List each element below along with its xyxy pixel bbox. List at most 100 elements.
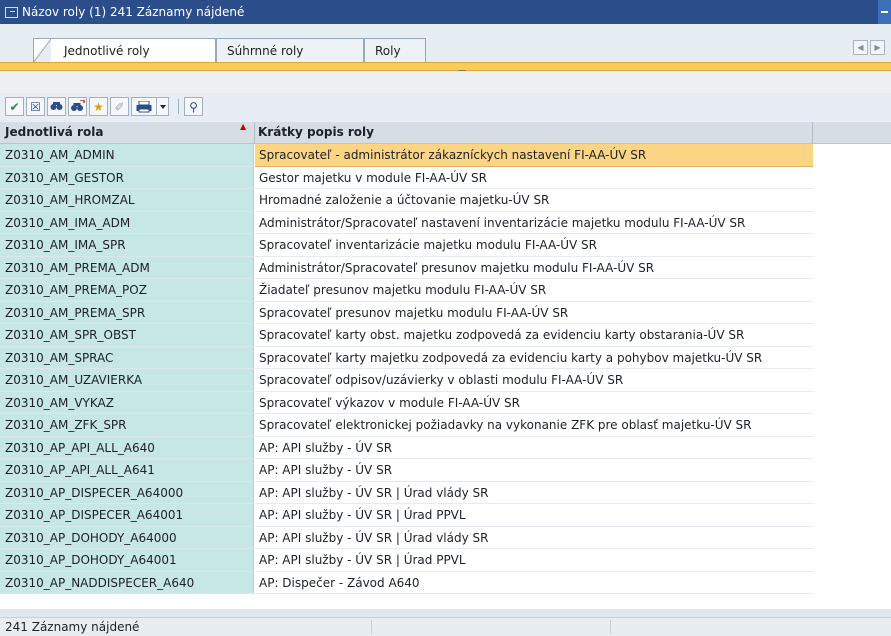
table-row[interactable]: Z0310_AP_NADDISPECER_A640 AP: Dispečer - …: [0, 571, 891, 594]
role-cell[interactable]: Z0310_AP_DOHODY_A64000: [0, 526, 254, 549]
tab-suhrnne-roly[interactable]: Súhrnné roly: [216, 38, 364, 62]
table-row[interactable]: Z0310_AM_IMA_SPR Spracovateľ inventarizác…: [0, 234, 891, 257]
role-cell[interactable]: Z0310_AM_ZFK_SPR: [0, 414, 254, 437]
role-cell[interactable]: Z0310_AM_PREMA_POZ: [0, 279, 254, 302]
filler-cell: [813, 144, 891, 167]
tab-scroll-buttons: ◀ ▶: [853, 40, 885, 55]
description-cell[interactable]: Spracovateľ - administrátor zákazníckych…: [255, 144, 813, 167]
wizard-icon[interactable]: ✐: [110, 97, 129, 116]
role-cell[interactable]: Z0310_AP_DISPECER_A64001: [0, 504, 254, 527]
find-icon[interactable]: [47, 97, 66, 116]
tab-label: Jednotlivé roly: [64, 43, 150, 58]
filler-cell: [813, 549, 891, 572]
table-row[interactable]: Z0310_AM_ZFK_SPR Spracovateľ elektronicke…: [0, 414, 891, 437]
spacer-band: [0, 71, 891, 93]
filler-cell: [813, 346, 891, 369]
column-header-description[interactable]: Krátky popis roly: [258, 125, 374, 139]
description-cell[interactable]: AP: API služby - ÚV SR: [255, 459, 813, 482]
role-cell[interactable]: Z0310_AM_IMA_SPR: [0, 234, 254, 257]
table-row[interactable]: Z0310_AM_PREMA_POZ Žiadateľ presunov maje…: [0, 279, 891, 302]
description-cell[interactable]: Žiadateľ presunov majetku modulu FI-AA-Ú…: [255, 279, 813, 302]
role-cell[interactable]: Z0310_AM_VYKAZ: [0, 391, 254, 414]
role-cell[interactable]: Z0310_AP_API_ALL_A640: [0, 436, 254, 459]
filler-cell: [813, 189, 891, 212]
table-row[interactable]: Z0310_AM_SPR_OBST Spracovateľ karty obst.…: [0, 324, 891, 347]
tab-roly[interactable]: Roly: [364, 38, 426, 62]
role-cell[interactable]: Z0310_AM_ADMIN: [0, 144, 254, 167]
add-favorite-icon[interactable]: ★: [89, 97, 108, 116]
toolbar-separator: [178, 99, 179, 114]
table-row[interactable]: Z0310_AP_API_ALL_A641 AP: API služby - ÚV…: [0, 459, 891, 482]
table-row[interactable]: Z0310_AM_GESTOR Gestor majetku v module F…: [0, 166, 891, 189]
description-cell[interactable]: Administrátor/Spracovateľ presunov majet…: [255, 257, 813, 279]
description-cell[interactable]: Spracovateľ karty obst. majetku zodpoved…: [255, 324, 813, 347]
role-cell[interactable]: Z0310_AM_IMA_ADM: [0, 211, 254, 234]
description-cell[interactable]: Gestor majetku v module FI-AA-ÚV SR: [255, 167, 813, 189]
table-row[interactable]: Z0310_AM_ADMIN Spracovateľ - administráto…: [0, 144, 891, 167]
tab-jednotlive-roly[interactable]: Jednotlivé roly: [33, 38, 216, 63]
table-row[interactable]: Z0310_AP_DISPECER_A64000 AP: API služby -…: [0, 481, 891, 504]
filler-cell: [813, 256, 891, 279]
role-cell[interactable]: Z0310_AM_UZAVIERKA: [0, 369, 254, 392]
column-divider[interactable]: [812, 122, 813, 143]
pin-icon[interactable]: ⚲: [184, 97, 203, 116]
description-cell[interactable]: AP: API služby - ÚV SR | Úrad PPVL: [255, 549, 813, 572]
table-body: Z0310_AM_ADMIN Spracovateľ - administráto…: [0, 144, 891, 594]
role-cell[interactable]: Z0310_AM_PREMA_SPR: [0, 301, 254, 324]
table-row[interactable]: Z0310_AM_UZAVIERKA Spracovateľ odpisov/uz…: [0, 369, 891, 392]
role-cell[interactable]: Z0310_AP_API_ALL_A641: [0, 459, 254, 482]
table-row[interactable]: Z0310_AM_IMA_ADM Administrátor/Spracovate…: [0, 211, 891, 234]
filler-cell: [813, 504, 891, 527]
filler-cell: [813, 391, 891, 414]
role-cell[interactable]: Z0310_AP_DOHODY_A64001: [0, 549, 254, 572]
splitter-bar[interactable]: [0, 62, 891, 71]
role-cell[interactable]: Z0310_AM_SPR_OBST: [0, 324, 254, 347]
filler-cell: [813, 436, 891, 459]
table-row[interactable]: Z0310_AM_PREMA_ADM Administrátor/Spracova…: [0, 256, 891, 279]
role-cell[interactable]: Z0310_AM_PREMA_ADM: [0, 256, 254, 279]
description-cell[interactable]: AP: API služby - ÚV SR | Úrad vlády SR: [255, 482, 813, 504]
description-cell[interactable]: Spracovateľ odpisov/uzávierky v oblasti …: [255, 369, 813, 392]
sort-ascending-icon: ▲: [240, 122, 247, 131]
description-cell[interactable]: Administrátor/Spracovateľ nastavení inve…: [255, 212, 813, 234]
description-cell[interactable]: Spracovateľ elektronickej požiadavky na …: [255, 414, 813, 437]
filler-cell: [813, 414, 891, 437]
table-row[interactable]: Z0310_AP_API_ALL_A640 AP: API služby - ÚV…: [0, 436, 891, 459]
description-cell[interactable]: AP: API služby - ÚV SR: [255, 437, 813, 459]
print-icon[interactable]: [131, 97, 157, 116]
filler-cell: [813, 369, 891, 392]
minimize-button[interactable]: [878, 0, 891, 24]
description-cell[interactable]: AP: API služby - ÚV SR | Úrad vlády SR: [255, 527, 813, 549]
description-cell[interactable]: AP: API služby - ÚV SR | Úrad PPVL: [255, 504, 813, 527]
cancel-icon[interactable]: ☒: [26, 97, 45, 116]
description-cell[interactable]: AP: Dispečer - Závod A640: [255, 572, 813, 594]
tab-scroll-right-icon[interactable]: ▶: [870, 40, 885, 55]
role-cell[interactable]: Z0310_AM_GESTOR: [0, 166, 254, 189]
column-header-role[interactable]: Jednotlivá rola: [5, 125, 103, 139]
column-divider[interactable]: [254, 122, 255, 143]
role-cell[interactable]: Z0310_AM_SPRAC: [0, 346, 254, 369]
tab-slant-decoration: [33, 39, 51, 63]
print-dropdown-icon[interactable]: [157, 97, 169, 116]
description-cell[interactable]: Spracovateľ karty majetku zodpovedá za e…: [255, 347, 813, 369]
table-row[interactable]: Z0310_AP_DOHODY_A64000 AP: API služby - Ú…: [0, 526, 891, 549]
description-cell[interactable]: Spracovateľ výkazov v module FI-AA-ÚV SR: [255, 392, 813, 414]
check-icon[interactable]: ✔: [5, 97, 24, 116]
find-next-icon[interactable]: [68, 97, 87, 116]
tab-label: Súhrnné roly: [227, 43, 304, 58]
table-row[interactable]: Z0310_AP_DOHODY_A64001 AP: API služby - Ú…: [0, 549, 891, 572]
description-cell[interactable]: Spracovateľ presunov majetku modulu FI-A…: [255, 302, 813, 324]
description-cell[interactable]: Hromadné založenie a účtovanie majetku-Ú…: [255, 189, 813, 212]
role-cell[interactable]: Z0310_AP_DISPECER_A64000: [0, 481, 254, 504]
table-row[interactable]: Z0310_AM_PREMA_SPR Spracovateľ presunov m…: [0, 301, 891, 324]
table-row[interactable]: Z0310_AM_VYKAZ Spracovateľ výkazov v modu…: [0, 391, 891, 414]
filler-cell: [813, 301, 891, 324]
role-cell[interactable]: Z0310_AP_NADDISPECER_A640: [0, 571, 254, 594]
tab-scroll-left-icon[interactable]: ◀: [853, 40, 868, 55]
table-row[interactable]: Z0310_AM_SPRAC Spracovateľ karty majetku …: [0, 346, 891, 369]
table-row[interactable]: Z0310_AP_DISPECER_A64001 AP: API služby -…: [0, 504, 891, 527]
grid-toolbar: ✔ ☒ ★ ✐ ⚲: [0, 93, 891, 123]
table-row[interactable]: Z0310_AM_HROMZAL Hromadné založenie a účt…: [0, 189, 891, 212]
role-cell[interactable]: Z0310_AM_HROMZAL: [0, 189, 254, 212]
description-cell[interactable]: Spracovateľ inventarizácie majetku modul…: [255, 234, 813, 257]
